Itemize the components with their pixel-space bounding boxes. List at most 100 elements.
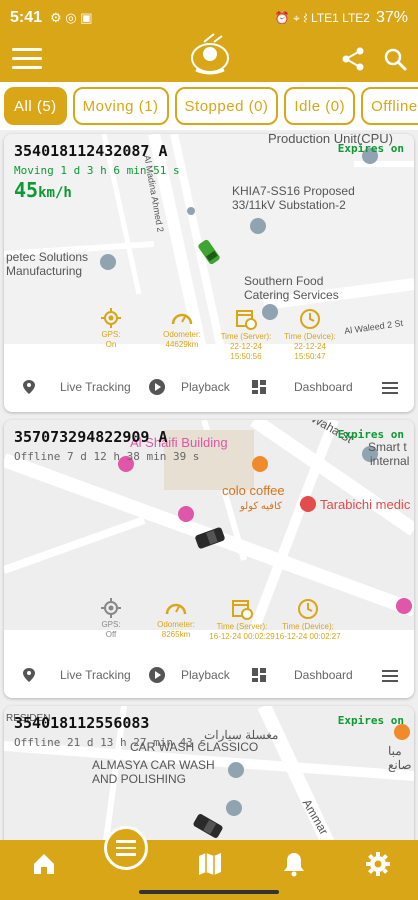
search-icon[interactable] [382,46,408,72]
map-icon[interactable] [196,850,224,878]
odometer-value: 44629km [165,340,199,349]
vehicle-card[interactable]: RESIDEN مغسلة سيارات CAR WASH CLASSICO A… [4,706,414,856]
playback-label: Playback [181,380,230,394]
home-icon[interactable] [30,850,58,878]
location-pin-icon [23,668,35,682]
dashboard-button[interactable]: Dashboard [252,380,353,394]
dashboard-button[interactable]: Dashboard [252,668,353,682]
calendar-clock-icon [232,600,253,620]
notification-icons: ⚙ ◎ ▣ [50,10,93,25]
device-time-metric: Time (Device): 22-12-24 15:50:47 [278,308,342,362]
playback-label: Playback [181,668,230,682]
map-label: KHIA7-SS16 Proposed [232,184,355,198]
battery-level: 37% [375,9,408,26]
gps-icon [101,598,121,618]
vehicle-metrics: GPS: On Odometer: 44629km Time (Server):… [4,306,414,366]
connectivity-icons: ⏰ ⌖ ⌇ LTE1 LTE2 [274,10,370,25]
speedometer-icon [171,313,193,325]
expiry-label: Expires on [337,714,404,727]
expiry-label: Expires on [337,428,404,441]
dashboard-label: Dashboard [294,668,353,682]
share-icon[interactable] [340,46,366,72]
map-label: مبا [388,744,402,758]
live-tracking-label: Live Tracking [60,668,131,682]
main-menu-button[interactable] [104,826,148,870]
card-actions: Live Tracking Playback Dashboard [4,660,414,690]
vehicle-card[interactable]: Al Shaifi Building colo coffee كافيه كول… [4,420,414,698]
gps-icon [101,308,121,328]
speed-value: 45 [14,178,39,202]
map-label: 33/11kV Substation-2 [232,198,346,212]
playback-button[interactable]: Playback [149,667,230,683]
live-tracking-button[interactable]: Live Tracking [22,667,131,683]
map-label: كافيه كولو [240,501,282,512]
filter-idle[interactable]: Idle (0) [284,87,356,125]
bell-icon[interactable] [280,850,308,878]
vehicle-id: 354018112432087 A [14,142,168,160]
status-time: 5:41 [10,9,43,26]
card-actions: Live Tracking Playback Dashboard [4,372,414,402]
map-label: Manufacturing [6,264,83,278]
filter-moving[interactable]: Moving (1) [72,87,169,125]
map-label: ALMASYA CAR WASH [92,758,215,772]
map-label: petec Solutions [6,250,89,264]
vehicle-speed: 45km/h [14,178,72,202]
server-time-label: Time (Server): [216,622,268,631]
map-label: internal [370,454,410,468]
device-time-value: 22-12-24 15:50:47 [293,342,327,361]
gps-label: GPS: [101,330,121,339]
device-time-value: 16-12-24 00:02:27 [275,632,341,641]
play-icon [149,667,165,683]
dashboard-icon [252,380,266,394]
app-bar [0,33,418,82]
more-menu-icon[interactable] [382,382,398,394]
device-time-label: Time (Device): [282,622,334,631]
map-label: صانع [388,758,412,772]
live-tracking-button[interactable]: Live Tracking [22,379,131,395]
map-label: Tarabichi medic [320,497,411,512]
gps-metric: GPS: On [86,308,136,350]
system-icons: ⏰ ⌖ ⌇ LTE1 LTE2 37% [275,9,408,27]
settings-gear-icon[interactable] [364,850,392,878]
gps-value: Off [105,630,117,639]
more-menu-icon[interactable] [382,670,398,682]
odometer-value: 8265km [161,630,191,639]
dashboard-label: Dashboard [294,380,353,394]
speed-unit: km/h [38,185,72,201]
vehicle-status: Offline 21 d 13 h 27 min 43 s [14,736,207,749]
server-time-metric: Time (Server): 16-12-24 00:02:29 [208,598,276,642]
server-time-metric: Time (Server): 22-12-24 15:50:56 [214,308,278,362]
device-time-label: Time (Device): [284,332,336,341]
server-time-value: 22-12-24 15:50:56 [229,342,263,361]
odometer-label: Odometer: [157,620,195,629]
gps-value: On [105,340,117,349]
vehicle-status: Moving 1 d 3 h 6 min 51 s [14,164,180,177]
filter-all[interactable]: All (5) [4,87,67,125]
map-label: colo coffee [222,483,285,498]
map-label: Southern Food [244,274,324,288]
gesture-handle[interactable] [139,890,279,894]
gps-metric: GPS: Off [86,598,136,640]
vehicle-metrics: GPS: Off Odometer: 8265km Time (Server):… [4,596,414,656]
filter-offline[interactable]: Offline (3) [361,87,418,125]
device-time-metric: Time (Device): 16-12-24 00:02:27 [274,598,342,642]
status-filter-bar: All (5) Moving (1) Stopped (0) Idle (0) … [0,82,418,130]
odometer-metric: Odometer: 44629km [152,308,212,350]
map-label: Smart t [368,440,407,454]
playback-button[interactable]: Playback [149,379,230,395]
dashboard-icon [252,668,266,682]
vehicle-id: 354018112556083 [14,714,150,732]
expiry-label: Expires on [337,142,404,155]
vehicle-status: Offline 7 d 12 h 38 min 39 s [14,450,200,463]
menu-icon[interactable] [12,48,42,70]
vehicle-id: 357073294822909 A [14,428,168,446]
gps-label: GPS: [101,620,121,629]
odometer-label: Odometer: [163,330,201,339]
clock-icon [300,309,320,329]
live-tracking-label: Live Tracking [60,380,131,394]
map-label: AND POLISHING [92,772,187,786]
filter-stopped[interactable]: Stopped (0) [174,87,279,125]
server-time-value: 16-12-24 00:02:29 [209,632,275,641]
vehicle-card[interactable]: Production Unit(CPU) KHIA7-SS16 Proposed… [4,134,414,412]
odometer-metric: Odometer: 8265km [146,598,206,640]
